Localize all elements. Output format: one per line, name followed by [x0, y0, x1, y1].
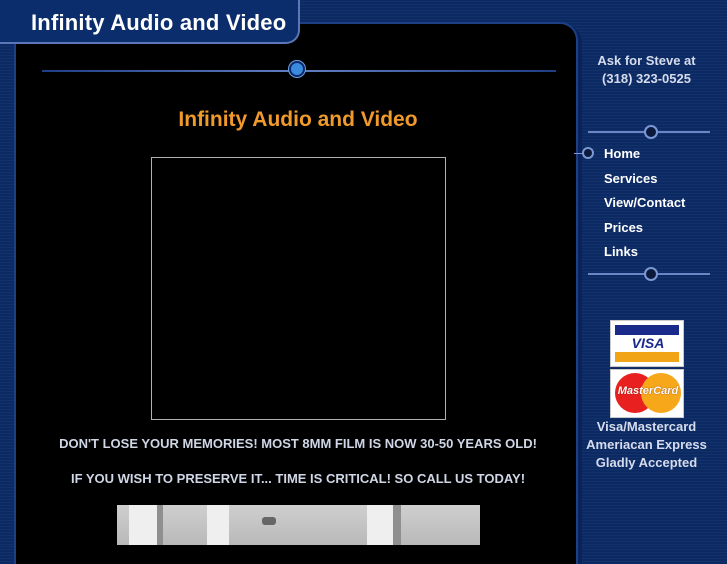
photo-shade: [393, 505, 401, 545]
sidebar: Ask for Steve at (318) 323-0525 Home Ser…: [574, 0, 727, 545]
photo-fixture: [262, 517, 276, 525]
phone-number: (318) 323-0525: [602, 71, 691, 86]
photo-pillar: [367, 505, 393, 545]
cards-line: Visa/Mastercard: [596, 419, 697, 434]
nav-prices[interactable]: Prices: [580, 218, 727, 243]
divider-knob-icon: [646, 127, 656, 137]
payment-logos: VISA MasterCard: [610, 320, 684, 418]
divider-knob-icon: [646, 269, 656, 279]
notice-memories: DON'T LOSE YOUR MEMORIES! MOST 8MM FILM …: [59, 436, 537, 451]
mastercard-logo: MasterCard: [610, 369, 684, 418]
film-photo: [117, 505, 480, 545]
nav-links[interactable]: Links: [580, 242, 727, 267]
sidebar-nav: Home Services View/Contact Prices Links: [574, 144, 727, 267]
payment-accepted-text: Visa/Mastercard Ameriacan Express Gladly…: [580, 418, 713, 472]
nav-home[interactable]: Home: [574, 144, 727, 169]
nav-label: View/Contact: [604, 195, 686, 210]
active-bullet-icon: [574, 149, 596, 159]
contact-line: Ask for Steve at: [597, 53, 696, 68]
nav-services[interactable]: Services: [580, 169, 727, 194]
divider-knob-icon: [291, 63, 303, 75]
nav-label: Services: [604, 170, 658, 186]
photo-pillar: [129, 505, 157, 545]
nav-view-contact[interactable]: View/Contact: [580, 193, 727, 218]
page-heading: Infinity Audio and Video: [178, 108, 418, 131]
visa-logo: VISA: [610, 320, 684, 367]
contact-info: Ask for Steve at (318) 323-0525: [580, 52, 713, 88]
cards-line: Gladly Accepted: [595, 455, 698, 470]
site-title: Infinity Audio and Video: [31, 10, 287, 35]
nav-label: Prices: [604, 219, 644, 235]
photo-shade: [157, 505, 163, 545]
nav-label: Home: [604, 146, 641, 161]
nav-label: Links: [604, 244, 638, 259]
cards-line: Ameriacan Express: [586, 437, 707, 452]
notice-call-today: IF YOU WISH TO PRESERVE IT... TIME IS CR…: [70, 471, 526, 486]
video-player[interactable]: [151, 157, 446, 420]
photo-pillar: [207, 505, 229, 545]
